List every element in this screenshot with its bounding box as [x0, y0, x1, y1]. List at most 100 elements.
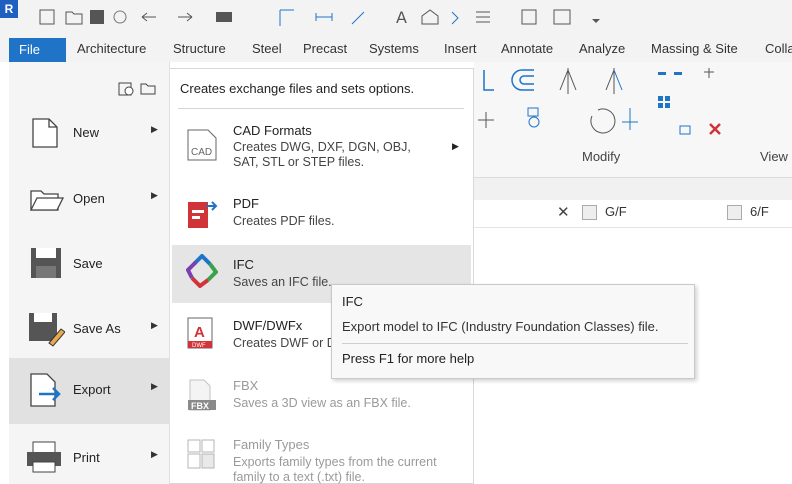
menu-label-export: Export [73, 382, 111, 397]
app-logo[interactable]: R [0, 0, 18, 18]
rotate-icon [590, 108, 616, 134]
copy-icon [527, 107, 540, 128]
submenu-arrow-icon: ▶ [151, 320, 158, 330]
ifc-icon [186, 254, 218, 288]
tab-massing-site[interactable]: Massing & Site [651, 41, 738, 56]
trim-icon [622, 108, 638, 130]
tab-collaborate[interactable]: Colla [765, 41, 792, 56]
submenu-title-dwf: DWF/DWFx [233, 318, 303, 333]
tab-structure[interactable]: Structure [173, 41, 226, 56]
align-icon [483, 70, 494, 91]
new-doc-icon [39, 9, 55, 25]
new-file-icon [32, 118, 58, 148]
text-icon: A [396, 8, 407, 27]
dwf-badge: DWF [192, 343, 206, 349]
svg-text:A: A [396, 8, 407, 27]
tag-icon [351, 11, 365, 25]
submenu-title-pdf: PDF [233, 196, 259, 211]
floorplan-tab-icon [727, 205, 742, 220]
tab-steel[interactable]: Steel [252, 41, 282, 56]
modify-tools-icons [478, 68, 721, 135]
mirror-draw-icon [605, 68, 623, 94]
switch-windows-icon [553, 9, 571, 25]
menu-label-new: New [73, 125, 100, 140]
submenu-arrow-icon: ▶ [151, 124, 158, 134]
save-as-icon [29, 313, 65, 347]
pin-icon [704, 68, 714, 78]
view-tab-6f[interactable]: 6/F [750, 204, 769, 219]
submenu-desc-family-types-1: Exports family types from the current [233, 455, 437, 469]
family-types-icon [187, 439, 215, 469]
printer-icon [27, 441, 61, 473]
tooltip-title: IFC [342, 294, 363, 309]
menu-item-print[interactable]: Print ▶ [9, 426, 170, 484]
submenu-desc-cad-1: Creates DWG, DXF, DGN, OBJ, [233, 140, 411, 154]
view-tab-gf[interactable]: G/F [605, 204, 627, 219]
export-icon [30, 373, 61, 407]
submenu-desc-family-types-2: family to a text (.txt) file. [233, 470, 365, 484]
customize-qat-icon [592, 16, 600, 23]
fbx-icon: FBX [188, 379, 216, 411]
menu-item-save-as[interactable]: Save As ▶ [9, 297, 170, 363]
submenu-title-family-types: Family Types [233, 437, 310, 452]
submenu-arrow-icon: ▶ [151, 381, 158, 391]
menu-item-save[interactable]: Save [9, 232, 170, 298]
menu-label-save: Save [73, 256, 103, 271]
submenu-desc-fbx: Saves a 3D view as an FBX file. [233, 396, 411, 410]
menu-item-new[interactable]: New ▶ [9, 101, 170, 167]
tab-analyze[interactable]: Analyze [579, 41, 625, 56]
tooltip-divider [342, 343, 688, 344]
submenu-desc-pdf: Creates PDF files. [233, 214, 335, 228]
tooltip-help: Press F1 for more help [342, 351, 475, 366]
folder-icon [29, 190, 65, 211]
home-3d-icon [421, 9, 439, 25]
panel-label-view: View [760, 149, 788, 164]
open-folder-icon [65, 11, 83, 25]
pdf-icon [188, 201, 218, 228]
ribbon-panel: Modify View [474, 62, 792, 178]
submenu-arrow-icon: ▶ [151, 190, 158, 200]
view-bar [474, 178, 792, 200]
left-edge [0, 62, 9, 484]
quick-access-toolbar: R A [0, 0, 792, 36]
section-icon [451, 11, 459, 25]
floppy-icon [31, 248, 61, 278]
submenu-title-ifc: IFC [233, 257, 254, 272]
submenu-desc-cad-2: SAT, STL or STEP files. [233, 155, 365, 169]
tab-precast[interactable]: Precast [303, 41, 347, 56]
tab-insert[interactable]: Insert [444, 41, 477, 56]
tooltip-description: Export model to IFC (Industry Foundation… [342, 319, 659, 334]
menu-label-print: Print [73, 450, 100, 465]
submenu-arrow-icon: ▶ [151, 449, 158, 459]
recent-docs-icon[interactable] [117, 79, 135, 97]
tab-systems[interactable]: Systems [369, 41, 419, 56]
measure-icon [279, 9, 294, 26]
tab-file[interactable]: File [9, 38, 66, 62]
close-tab-icon[interactable]: ✕ [557, 203, 570, 221]
menu-item-export[interactable]: Export ▶ [9, 358, 170, 424]
tab-annotate[interactable]: Annotate [501, 41, 553, 56]
sync-icon [113, 10, 127, 24]
qat-icons: A [39, 8, 600, 27]
fbx-badge: FBX [191, 401, 209, 411]
open-docs-icon[interactable] [139, 79, 157, 97]
dwf-icon: A DWF [187, 317, 213, 349]
view-tabs-bar [474, 200, 792, 228]
menu-label-open: Open [73, 191, 105, 206]
submenu-divider [178, 108, 464, 109]
undo-icon [141, 12, 156, 22]
split-icon [658, 72, 682, 75]
dwf-letter: A [194, 324, 205, 341]
cad-badge: CAD [191, 147, 212, 158]
submenu-title-cad: CAD Formats [233, 123, 312, 138]
floorplan-tab-icon [582, 205, 597, 220]
close-hidden-icon [521, 9, 537, 25]
array-icon [658, 96, 670, 108]
submenu-header: Creates exchange files and sets options. [180, 81, 415, 96]
tab-architecture[interactable]: Architecture [77, 41, 146, 56]
scale-icon [679, 125, 691, 135]
menu-item-open[interactable]: Open ▶ [9, 167, 170, 233]
move-icon [478, 112, 494, 128]
save-icon [90, 10, 104, 24]
cad-icon: CAD [187, 129, 217, 161]
